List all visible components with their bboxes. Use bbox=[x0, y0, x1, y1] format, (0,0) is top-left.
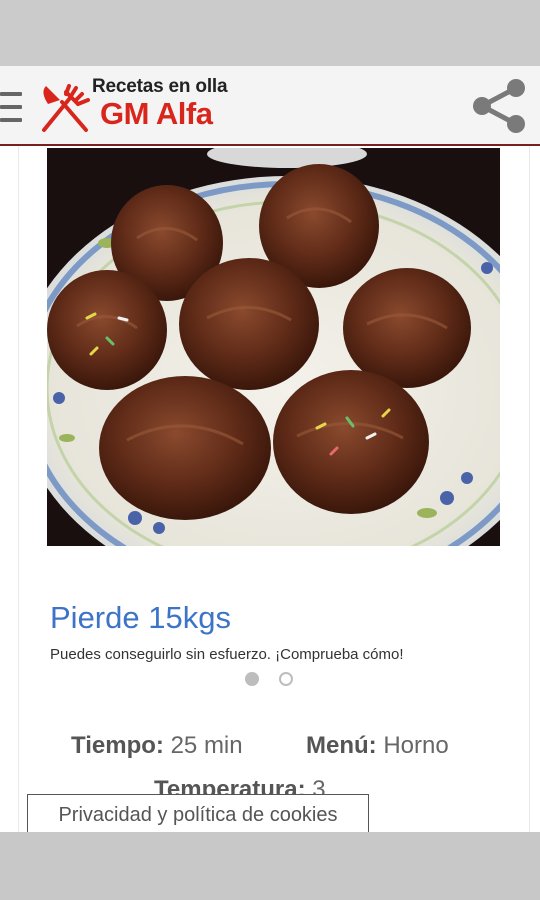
navigation-bar-area bbox=[0, 832, 540, 900]
recipe-photo bbox=[47, 148, 500, 546]
fork-knife-icon bbox=[42, 84, 90, 132]
tiempo-label: Tiempo: bbox=[71, 732, 164, 759]
logo-title: Recetas en olla bbox=[92, 76, 228, 97]
logo-subtitle: GM Alfa bbox=[100, 96, 213, 131]
cupcakes-image bbox=[47, 148, 500, 546]
ad-description[interactable]: Puedes conseguirlo sin esfuerzo. ¡Compru… bbox=[50, 646, 404, 663]
menu-value: Horno bbox=[383, 732, 449, 759]
status-bar-area bbox=[0, 0, 540, 66]
hamburger-icon[interactable] bbox=[0, 90, 22, 124]
app-bar: Recetas en olla GM Alfa bbox=[0, 66, 540, 146]
tiempo-info: Tiempo: 25 min bbox=[71, 732, 243, 760]
app-logo: Recetas en olla GM Alfa bbox=[36, 74, 276, 140]
cookie-policy-button[interactable]: Privacidad y política de cookies bbox=[27, 794, 369, 834]
menu-info: Menú: Horno bbox=[306, 732, 449, 760]
carousel-dot-2[interactable] bbox=[279, 672, 293, 686]
menu-label: Menú: bbox=[306, 732, 377, 759]
ad-title[interactable]: Pierde 15kgs bbox=[50, 600, 231, 636]
carousel-dot-1[interactable] bbox=[245, 672, 259, 686]
tiempo-value: 25 min bbox=[170, 732, 243, 759]
share-icon[interactable] bbox=[468, 74, 532, 138]
